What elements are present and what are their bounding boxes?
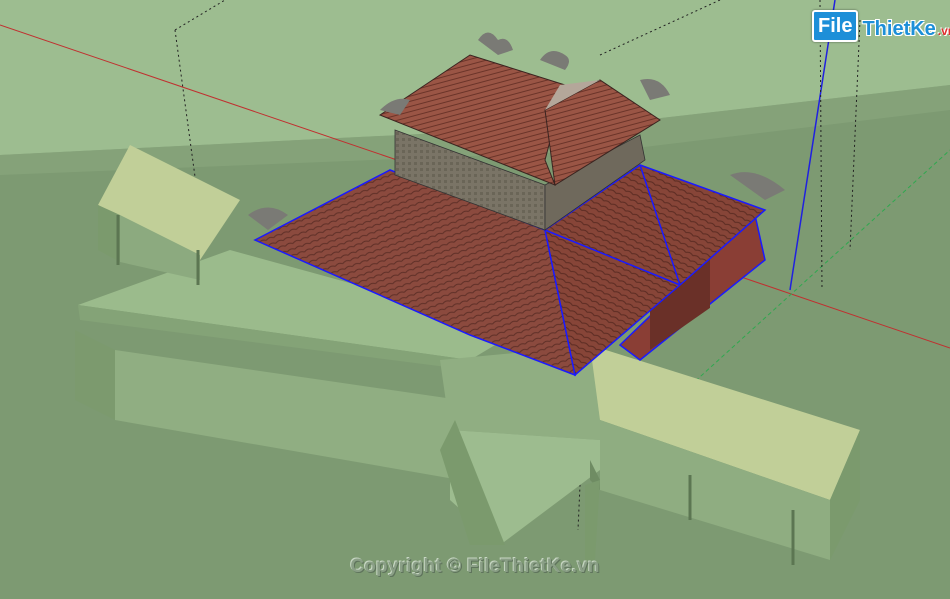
modeling-viewport[interactable]: File ThietKe .vn Copyright © FileThietKe… bbox=[0, 0, 950, 599]
logo-tld: .vn bbox=[937, 24, 950, 38]
copyright-watermark: Copyright © FileThietKe.vn bbox=[350, 556, 600, 577]
logo-mark: File bbox=[812, 10, 859, 42]
logo-word: ThietKe bbox=[862, 18, 936, 40]
filethietke-logo: File ThietKe .vn bbox=[812, 10, 950, 42]
3d-scene[interactable] bbox=[0, 0, 950, 599]
